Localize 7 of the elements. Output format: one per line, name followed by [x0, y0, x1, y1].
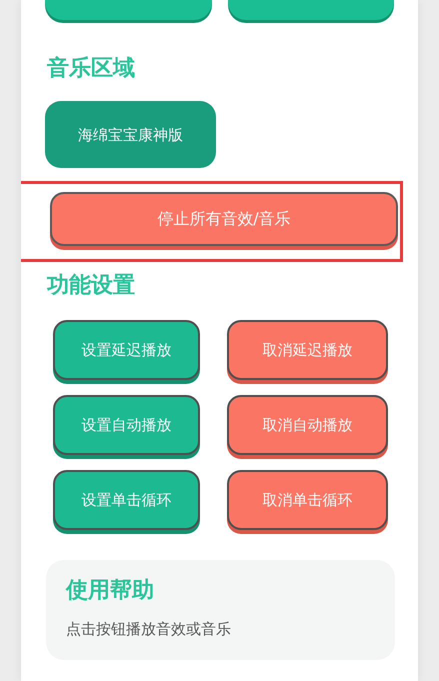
section-title: 音乐区域 [47, 56, 136, 82]
section-title: 功能设置 [47, 273, 136, 300]
button[interactable] [45, 0, 212, 20]
help-title: 使用帮助 [66, 578, 155, 604]
button[interactable] [228, 0, 394, 20]
music-button[interactable]: 海绵宝宝康神版 [45, 101, 216, 168]
help-text: 点击按钮播放音效或音乐 [66, 619, 232, 640]
